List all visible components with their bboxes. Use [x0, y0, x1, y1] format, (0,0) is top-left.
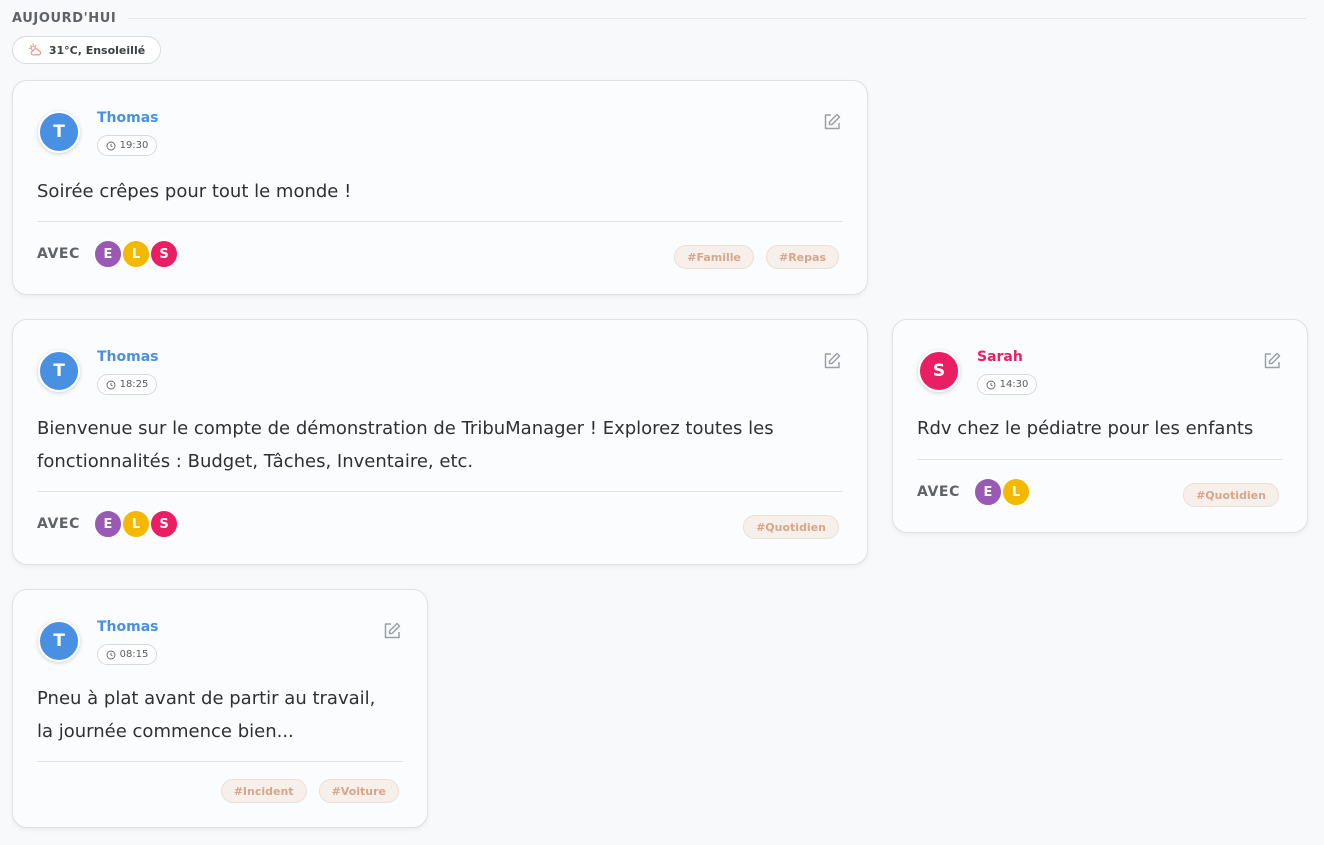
- post-tags: #Quotidien: [1183, 483, 1279, 507]
- post-time: 18:25: [119, 379, 149, 390]
- post-message: Pneu à plat avant de partir au travail, …: [37, 688, 376, 742]
- clock-icon: [106, 380, 116, 389]
- with-label: AVEC: [37, 516, 80, 532]
- post-time: 19:30: [119, 140, 149, 151]
- post-tags: #Incident #Voiture: [220, 779, 399, 803]
- edit-button[interactable]: [381, 620, 403, 642]
- tag-quotidien[interactable]: #Quotidien: [743, 515, 839, 539]
- member-chip-l[interactable]: L: [1001, 477, 1031, 507]
- time-badge: 18:25: [97, 374, 157, 395]
- post-time: 14:30: [999, 379, 1029, 390]
- author-name[interactable]: Thomas: [97, 619, 159, 635]
- tag-incident[interactable]: #Incident: [220, 779, 307, 803]
- tag-quotidien[interactable]: #Quotidien: [1183, 483, 1279, 507]
- post-divider: [37, 491, 843, 492]
- post-divider: [917, 459, 1283, 460]
- post-card: S Sarah 14:30 Rdv chez le pédiatre pour …: [892, 319, 1308, 533]
- clock-icon: [986, 380, 996, 389]
- post-card: T Thomas 19:30 Soirée crêpes pour tout l…: [12, 80, 868, 295]
- member-chip-s[interactable]: S: [149, 239, 179, 269]
- weather-label: 31°C, Ensoleillé: [48, 43, 146, 57]
- author-avatar[interactable]: T: [38, 111, 80, 153]
- post-tags: #Famille #Repas: [674, 245, 839, 269]
- tag-repas[interactable]: #Repas: [766, 245, 839, 269]
- member-chip-e[interactable]: E: [93, 509, 123, 539]
- edit-button[interactable]: [1261, 350, 1283, 372]
- partly-cloudy-icon: [28, 43, 41, 56]
- day-title: AUJOURD'HUI: [12, 10, 117, 26]
- post-message: Soirée crêpes pour tout le monde !: [37, 181, 352, 202]
- member-chip-e[interactable]: E: [93, 239, 123, 269]
- author-name[interactable]: Sarah: [977, 349, 1023, 365]
- edit-icon: [1264, 352, 1281, 369]
- post-divider: [37, 221, 843, 222]
- with-members: E L: [973, 477, 1031, 507]
- time-badge: 14:30: [977, 374, 1037, 395]
- post-time: 08:15: [119, 649, 149, 660]
- clock-icon: [106, 650, 116, 659]
- with-members: E L S: [93, 509, 179, 539]
- clock-icon: [106, 141, 116, 150]
- edit-button[interactable]: [821, 111, 843, 133]
- author-name[interactable]: Thomas: [97, 110, 159, 126]
- day-header: AUJOURD'HUI: [12, 10, 1306, 26]
- author-avatar[interactable]: T: [38, 350, 80, 392]
- post-card: T Thomas 18:25 Bienvenue sur le compte d…: [12, 319, 868, 565]
- time-badge: 19:30: [97, 135, 157, 156]
- member-chip-s[interactable]: S: [149, 509, 179, 539]
- day-divider: [128, 17, 1306, 19]
- tag-voiture[interactable]: #Voiture: [318, 779, 399, 803]
- with-label: AVEC: [917, 484, 960, 500]
- edit-icon: [384, 622, 401, 639]
- post-message: Rdv chez le pédiatre pour les enfants: [917, 418, 1254, 439]
- member-chip-e[interactable]: E: [973, 477, 1003, 507]
- post-divider: [37, 761, 403, 762]
- author-avatar[interactable]: S: [918, 350, 960, 392]
- member-chip-l[interactable]: L: [121, 239, 151, 269]
- time-badge: 08:15: [97, 644, 157, 665]
- with-label: AVEC: [37, 246, 80, 262]
- tag-famille[interactable]: #Famille: [674, 245, 754, 269]
- post-message: Bienvenue sur le compte de démonstration…: [37, 418, 774, 472]
- weather-badge: 31°C, Ensoleillé: [12, 36, 161, 64]
- member-chip-l[interactable]: L: [121, 509, 151, 539]
- edit-button[interactable]: [821, 350, 843, 372]
- with-members: E L S: [93, 239, 179, 269]
- author-name[interactable]: Thomas: [97, 349, 159, 365]
- post-tags: #Quotidien: [743, 515, 839, 539]
- edit-icon: [824, 113, 841, 130]
- post-card: T Thomas 08:15 Pneu à plat avant de part…: [12, 589, 428, 828]
- author-avatar[interactable]: T: [38, 620, 80, 662]
- edit-icon: [824, 352, 841, 369]
